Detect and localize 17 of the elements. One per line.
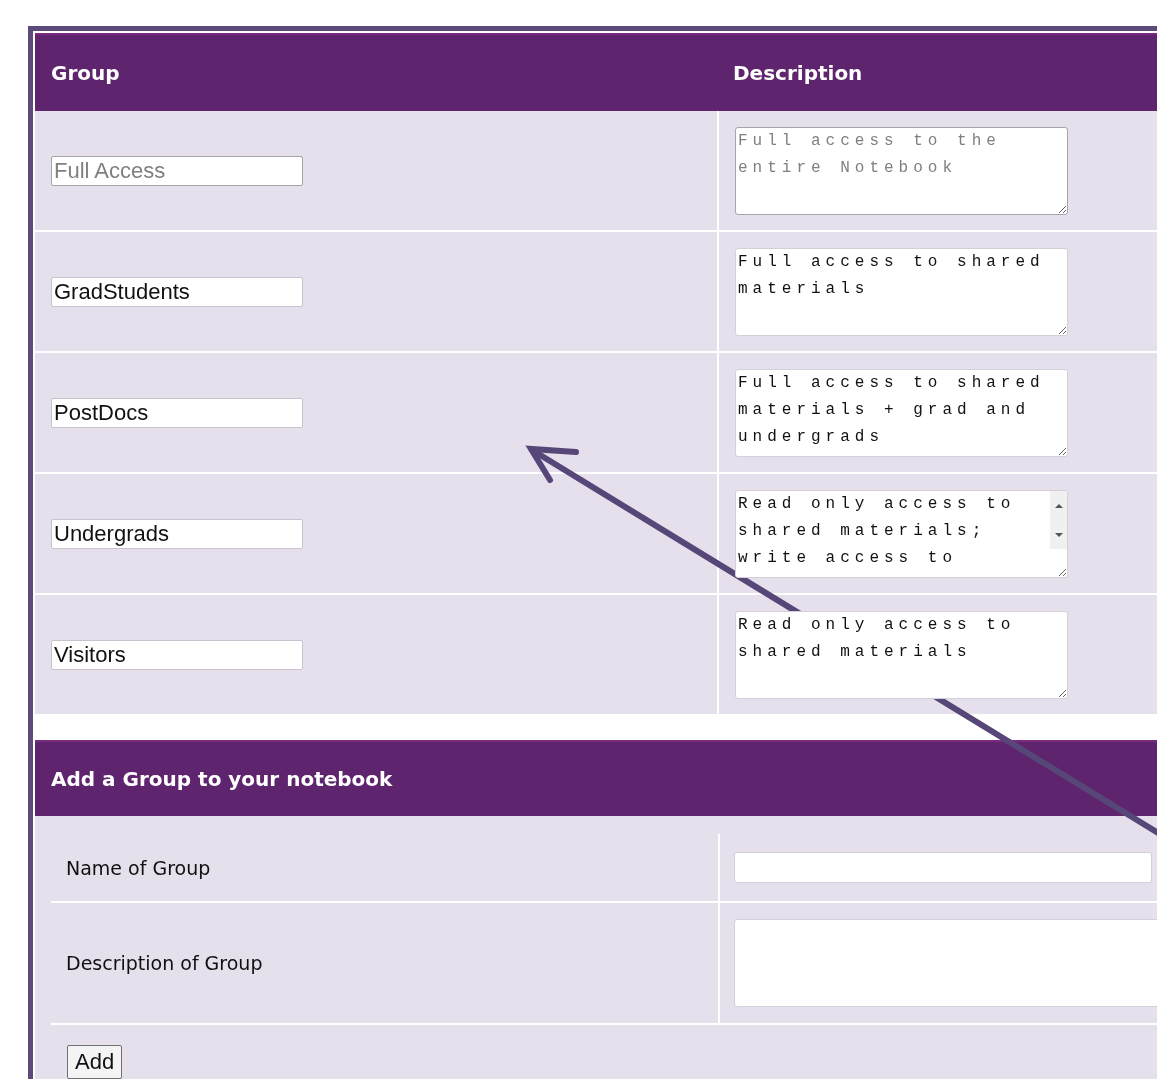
column-header: Description	[732, 61, 864, 85]
description-field[interactable]: Full access to shared materials	[735, 248, 1068, 336]
section-title: Add a Group to your notebook	[50, 767, 393, 791]
field-label: Name of Group	[65, 855, 212, 881]
group-description-input[interactable]	[734, 919, 1157, 1007]
group-name-field[interactable]: Undergrads	[51, 518, 303, 549]
group-name-field[interactable]: PostDocs	[51, 397, 303, 428]
description-field[interactable]: Full access to shared materials + grad and undergrads	[735, 369, 1068, 457]
description-field[interactable]: Read only access to shared materials; write access to	[735, 490, 1068, 578]
group-name-field[interactable]: GradStudents	[51, 276, 303, 307]
group-name-field[interactable]: Visitors	[51, 639, 303, 670]
column-header: Group	[50, 61, 121, 85]
field-label: Description of Group	[65, 951, 264, 976]
group-name-input[interactable]	[734, 852, 1152, 883]
description-field[interactable]: Read only access to shared materials	[735, 611, 1068, 699]
scrollbar[interactable]	[1050, 491, 1067, 549]
add-button[interactable]: Add	[67, 1045, 123, 1079]
